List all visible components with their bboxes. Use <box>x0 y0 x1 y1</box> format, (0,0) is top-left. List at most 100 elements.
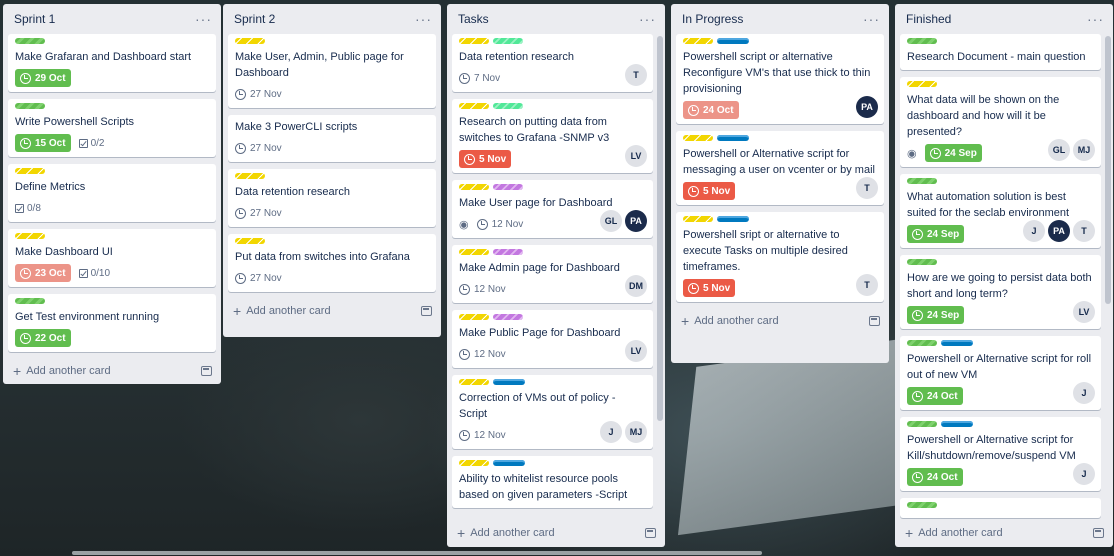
label-green[interactable] <box>907 38 937 44</box>
label-yellow[interactable] <box>907 81 937 87</box>
list-menu-icon[interactable]: ··· <box>863 12 880 26</box>
card[interactable]: Correction of VMs out of policy - Script… <box>452 375 653 449</box>
label-green[interactable] <box>907 502 937 508</box>
card[interactable]: How are we going to persist data both sh… <box>900 255 1101 329</box>
avatar[interactable]: PA <box>856 96 878 118</box>
due-date-badge[interactable]: 12 Nov <box>476 215 523 233</box>
label-yellow[interactable] <box>235 238 265 244</box>
label-green[interactable] <box>15 38 45 44</box>
add-card-button[interactable]: + Add another card <box>447 519 665 547</box>
list-title[interactable]: Sprint 2 <box>234 12 275 26</box>
avatar[interactable]: PA <box>625 210 647 232</box>
label-yellow[interactable] <box>459 103 489 109</box>
due-date-badge[interactable]: 24 Sep <box>907 225 965 243</box>
card[interactable]: Data retention research 27 Nov <box>228 169 436 227</box>
card[interactable]: Get Test environment running 22 Oct <box>8 294 216 352</box>
avatar[interactable]: T <box>625 64 647 86</box>
list-menu-icon[interactable]: ··· <box>415 12 432 26</box>
card-template-icon[interactable] <box>1093 528 1104 538</box>
due-date-badge[interactable]: 24 Sep <box>924 144 982 162</box>
card[interactable]: Research Document - main question <box>900 34 1101 70</box>
due-date-badge[interactable]: 5 Nov <box>683 279 736 297</box>
label-yellow[interactable] <box>683 216 713 222</box>
card[interactable]: Powershell or Alternative script for rol… <box>900 336 1101 410</box>
avatar[interactable]: T <box>1073 220 1095 242</box>
card[interactable]: Ability to whitelist resource pools base… <box>452 456 653 508</box>
label-purple[interactable] <box>493 249 523 255</box>
due-date-badge[interactable]: 12 Nov <box>459 345 506 363</box>
due-date-badge[interactable]: 12 Nov <box>459 426 506 444</box>
label-yellow[interactable] <box>459 249 489 255</box>
label-yellow[interactable] <box>235 38 265 44</box>
due-date-badge[interactable]: 24 Oct <box>907 387 963 405</box>
add-card-button[interactable]: + Add another card <box>3 357 221 385</box>
card[interactable]: Make Public Page for Dashboard 12 Nov LV <box>452 310 653 368</box>
card-template-icon[interactable] <box>645 528 656 538</box>
card[interactable]: Powershell or Alternative script for Kil… <box>900 417 1101 491</box>
label-green[interactable] <box>907 340 937 346</box>
avatar[interactable]: J <box>600 421 622 443</box>
label-teal[interactable] <box>493 38 523 44</box>
due-date-badge[interactable]: 27 Nov <box>235 204 282 222</box>
label-green[interactable] <box>907 421 937 427</box>
due-date-badge[interactable]: 29 Oct <box>15 69 71 87</box>
list-scrollbar[interactable] <box>657 36 663 421</box>
card-template-icon[interactable] <box>201 366 212 376</box>
card[interactable]: What data will be shown on the dashboard… <box>900 77 1101 167</box>
label-blue[interactable] <box>941 340 973 346</box>
card[interactable]: Data retention research 7 Nov T <box>452 34 653 92</box>
card[interactable]: Make User page for Dashboard ◉ 12 Nov GL PA <box>452 180 653 238</box>
avatar[interactable]: MJ <box>1073 139 1095 161</box>
card[interactable]: Powershell or Alternative script for mes… <box>676 131 884 205</box>
label-yellow[interactable] <box>459 38 489 44</box>
due-date-badge[interactable]: 12 Nov <box>459 280 506 298</box>
card[interactable]: Make User, Admin, Public page for Dashbo… <box>228 34 436 108</box>
card[interactable]: Powershell script or alternative Reconfi… <box>676 34 884 124</box>
due-date-badge[interactable]: 24 Sep <box>907 306 965 324</box>
card[interactable]: Make Grafaran and Dashboard start 29 Oct <box>8 34 216 92</box>
card[interactable]: Make Dashboard UI 23 Oct 0/10 <box>8 229 216 287</box>
card[interactable] <box>900 498 1101 518</box>
due-date-badge[interactable]: 23 Oct <box>15 264 71 282</box>
add-card-button[interactable]: + Add another card <box>895 519 1113 547</box>
label-yellow[interactable] <box>459 314 489 320</box>
label-yellow[interactable] <box>459 379 489 385</box>
list-title[interactable]: In Progress <box>682 12 743 26</box>
label-blue[interactable] <box>493 379 525 385</box>
card[interactable]: Powershell sript or alternative to execu… <box>676 212 884 302</box>
card[interactable]: Make Admin page for Dashboard 12 Nov DM <box>452 245 653 303</box>
list-menu-icon[interactable]: ··· <box>1087 12 1104 26</box>
avatar[interactable]: J <box>1073 463 1095 485</box>
list-menu-icon[interactable]: ··· <box>639 12 656 26</box>
label-yellow[interactable] <box>683 38 713 44</box>
label-blue[interactable] <box>941 421 973 427</box>
due-date-badge[interactable]: 5 Nov <box>459 150 512 168</box>
avatar[interactable]: GL <box>600 210 622 232</box>
avatar[interactable]: T <box>856 274 878 296</box>
card[interactable]: What automation solution is best suited … <box>900 174 1101 248</box>
card[interactable]: Define Metrics 0/8 <box>8 164 216 222</box>
label-blue[interactable] <box>717 216 749 222</box>
board-horizontal-scrollbar[interactable] <box>72 551 762 555</box>
due-date-badge[interactable]: 5 Nov <box>683 182 736 200</box>
avatar[interactable]: J <box>1073 382 1095 404</box>
card[interactable]: Write Powershell Scripts 15 Oct 0/2 <box>8 99 216 157</box>
avatar[interactable]: LV <box>1073 301 1095 323</box>
label-yellow[interactable] <box>15 233 45 239</box>
list-title[interactable]: Tasks <box>458 12 489 26</box>
avatar[interactable]: MJ <box>625 421 647 443</box>
due-date-badge[interactable]: 7 Nov <box>459 69 500 87</box>
due-date-badge[interactable]: 27 Nov <box>235 269 282 287</box>
label-green[interactable] <box>15 298 45 304</box>
list-title[interactable]: Sprint 1 <box>14 12 55 26</box>
list-scrollbar[interactable] <box>1105 36 1111 304</box>
avatar[interactable]: T <box>856 177 878 199</box>
card-template-icon[interactable] <box>869 316 880 326</box>
card[interactable]: Make 3 PowerCLI scripts 27 Nov <box>228 115 436 162</box>
add-card-button[interactable]: + Add another card <box>223 297 441 325</box>
label-blue[interactable] <box>493 460 525 466</box>
due-date-badge[interactable]: 27 Nov <box>235 85 282 103</box>
avatar[interactable]: LV <box>625 145 647 167</box>
list-menu-icon[interactable]: ··· <box>195 12 212 26</box>
card[interactable]: Put data from switches into Grafana 27 No… <box>228 234 436 292</box>
